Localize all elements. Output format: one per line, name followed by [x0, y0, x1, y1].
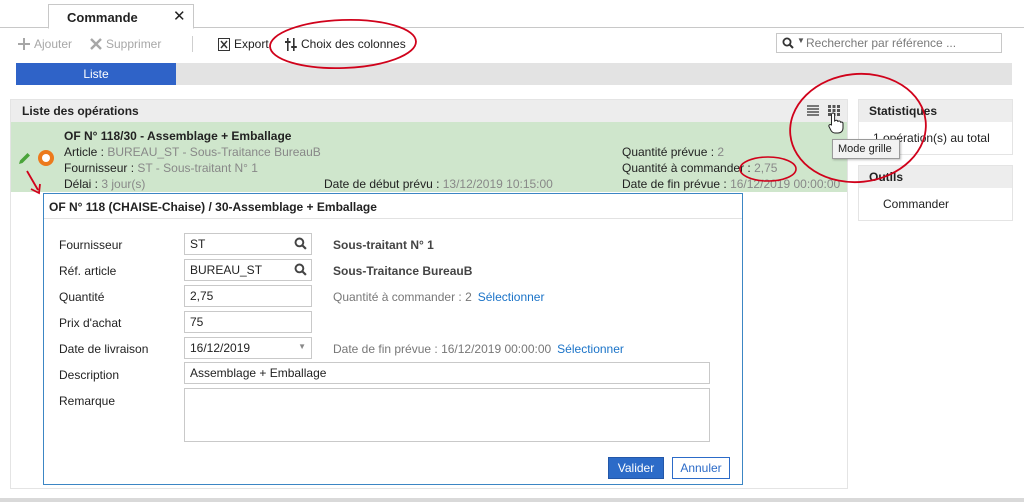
operation-title: OF N° 118/30 - Assemblage + Emballage: [64, 129, 292, 143]
delivery-field-label: Date de livraison: [59, 342, 149, 356]
article-line: Article : BUREAU_ST - Sous-Traitance Bur…: [64, 145, 321, 159]
tab-liste[interactable]: Liste: [16, 63, 176, 85]
price-field-value: 75: [190, 315, 204, 329]
search-box[interactable]: ▼: [776, 33, 1002, 53]
select-quantity-link[interactable]: Sélectionner: [478, 290, 545, 304]
supplier-name: Sous-traitant N° 1: [333, 238, 434, 252]
chevron-down-icon[interactable]: ▼: [298, 342, 306, 351]
delay-value: 3 jour(s): [101, 177, 146, 191]
toolbar-divider: [192, 36, 193, 52]
divider: [44, 218, 742, 219]
start-date-line: Date de début prévu : 13/12/2019 10:15:0…: [324, 177, 553, 191]
view-tab-bar: Liste: [16, 63, 1012, 85]
tab-commande[interactable]: Commande ✕: [48, 4, 194, 29]
edit-icon[interactable]: [18, 152, 31, 165]
qty-order-label: Quantité à commander :: [622, 161, 755, 175]
description-field-label: Description: [59, 368, 120, 382]
search-icon[interactable]: [294, 237, 307, 250]
price-field-label: Prix d'achat: [59, 316, 122, 330]
delay-line: Délai : 3 jour(s): [64, 177, 145, 191]
description-field[interactable]: Assemblage + Emballage: [184, 362, 710, 384]
tab-label: Commande: [67, 10, 138, 25]
operations-header: Liste des opérations: [11, 100, 847, 122]
grid-mode-tooltip: Mode grille: [832, 139, 900, 159]
qty-order-line: Quantité à commander : 2,75: [622, 161, 777, 175]
quantity-field-value: 2,75: [190, 289, 214, 303]
qty-order-value: 2,75: [754, 161, 778, 175]
end-date-value: 16/12/2019 00:00:00: [730, 177, 841, 191]
supplier-label: Fournisseur :: [64, 161, 138, 175]
article-value: BUREAU_ST - Sous-Traitance BureauB: [107, 145, 321, 159]
order-action[interactable]: Commander: [859, 188, 1012, 211]
columns-label: Choix des colonnes: [301, 37, 406, 51]
cancel-button[interactable]: Annuler: [672, 457, 730, 479]
close-icon[interactable]: ✕: [173, 7, 186, 25]
quantity-field-label: Quantité: [59, 290, 105, 304]
list-view-icon[interactable]: [807, 105, 819, 116]
delivery-date-field[interactable]: 16/12/2019 ▼: [184, 337, 312, 359]
search-icon[interactable]: [294, 263, 307, 276]
quantity-hint: Quantité à commander : 2 Sélectionner: [333, 290, 544, 304]
remark-field-label: Remarque: [59, 394, 116, 408]
supplier-field-value: ST: [190, 237, 206, 251]
delivery-hint-text: Date de fin prévue : 16/12/2019 00:00:00: [333, 342, 552, 356]
article-field-label: Réf. article: [59, 264, 117, 278]
add-label: Ajouter: [34, 37, 73, 51]
order-detail-form: OF N° 118 (CHAISE-Chaise) / 30-Assemblag…: [43, 193, 743, 485]
delete-label: Supprimer: [106, 37, 162, 51]
operations-title: Liste des opérations: [22, 104, 139, 118]
search-icon: [782, 37, 794, 49]
chevron-down-icon[interactable]: ▼: [797, 36, 805, 45]
tab-bar: Commande ✕: [0, 0, 1024, 29]
detail-title: OF N° 118 (CHAISE-Chaise) / 30-Assemblag…: [49, 200, 377, 214]
supplier-value: ST - Sous-traitant N° 1: [137, 161, 258, 175]
article-name: Sous-Traitance BureauB: [333, 264, 473, 278]
delete-button[interactable]: Supprimer: [90, 36, 161, 52]
quantity-hint-text: Quantité à commander : 2: [333, 290, 472, 304]
excel-icon: [218, 37, 230, 51]
start-date-value: 13/12/2019 10:15:00: [442, 177, 553, 191]
columns-button[interactable]: Choix des colonnes: [285, 36, 406, 52]
operation-row[interactable]: OF N° 118/30 - Assemblage + Emballage Ar…: [11, 122, 847, 192]
qty-planned-line: Quantité prévue : 2: [622, 145, 724, 159]
price-field[interactable]: 75: [184, 311, 312, 333]
description-field-value: Assemblage + Emballage: [190, 366, 327, 380]
start-date-label: Date de début prévu :: [324, 177, 443, 191]
end-date-line: Date de fin prévue : 16/12/2019 00:00:00: [622, 177, 840, 191]
tools-title: Outils: [859, 166, 1012, 188]
quantity-field[interactable]: 2,75: [184, 285, 312, 307]
delay-label: Délai :: [64, 177, 102, 191]
delivery-hint: Date de fin prévue : 16/12/2019 00:00:00…: [333, 342, 624, 356]
hand-cursor-icon: [828, 112, 844, 134]
qty-planned-label: Quantité prévue :: [622, 145, 718, 159]
tools-panel: Outils Commander: [858, 165, 1013, 221]
remark-field[interactable]: [184, 388, 710, 442]
search-input[interactable]: [806, 35, 998, 51]
x-icon: [90, 38, 102, 50]
validate-button[interactable]: Valider: [608, 457, 664, 479]
supplier-field-label: Fournisseur: [59, 238, 123, 252]
plus-icon: [18, 38, 30, 50]
stats-title: Statistiques: [859, 100, 1012, 122]
add-button[interactable]: Ajouter: [18, 36, 72, 52]
end-date-label: Date de fin prévue :: [622, 177, 731, 191]
delivery-date-value: 16/12/2019: [190, 341, 251, 355]
article-field-value: BUREAU_ST: [190, 263, 263, 277]
supplier-field[interactable]: ST: [184, 233, 312, 255]
columns-icon: [285, 37, 297, 51]
window-bottom-edge: [0, 498, 1024, 502]
export-label: Export: [234, 37, 269, 51]
status-icon: [38, 150, 54, 166]
select-date-link[interactable]: Sélectionner: [557, 342, 624, 356]
qty-planned-value: 2: [717, 145, 725, 159]
article-field[interactable]: BUREAU_ST: [184, 259, 312, 281]
export-button[interactable]: Export: [218, 36, 269, 52]
supplier-line: Fournisseur : ST - Sous-traitant N° 1: [64, 161, 258, 175]
article-label: Article :: [64, 145, 108, 159]
